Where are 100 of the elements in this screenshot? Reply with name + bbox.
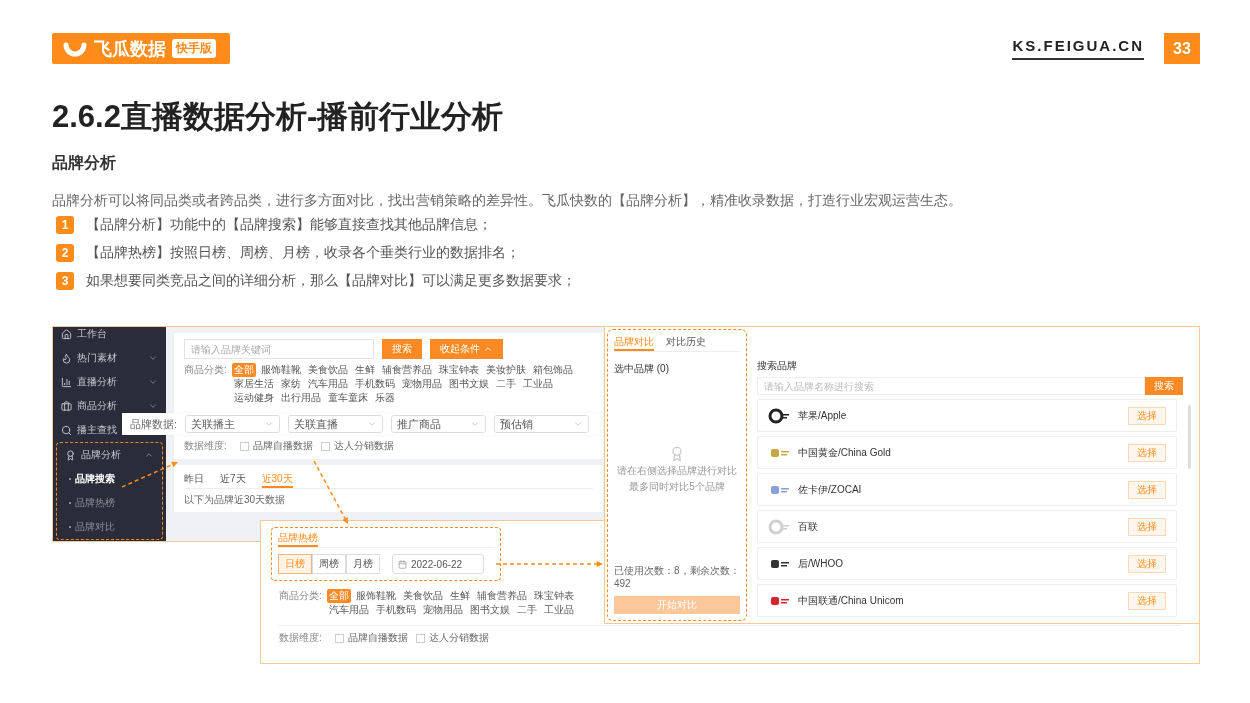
dropdown[interactable]: 关联直播 — [288, 415, 384, 433]
dashed-arrow — [313, 460, 348, 524]
sidebar-item[interactable]: 工作台 — [53, 327, 115, 346]
sidebar-subitem[interactable]: 品牌搜索 — [57, 467, 123, 491]
brand-name: 后/WHOO — [798, 556, 843, 571]
category-tag[interactable]: 家居生活 — [232, 377, 276, 391]
field-label: 商品分类: — [279, 589, 323, 603]
checkbox[interactable] — [240, 441, 249, 451]
category-tag[interactable]: 童车童床 — [326, 391, 370, 405]
point-text: 【品牌热榜】按照日榜、周榜、月榜，收录各个垂类行业的数据排名； — [86, 244, 520, 262]
category-tag[interactable]: 出行用品 — [279, 391, 323, 405]
field-label: 搜索品牌 — [757, 359, 798, 373]
category-tag[interactable]: 图书文娱 — [468, 603, 512, 617]
category-tag[interactable]: 二手 — [494, 377, 518, 391]
sidebar-subitem[interactable]: 品牌热榜 — [57, 491, 123, 515]
page-number: 33 — [1164, 33, 1200, 64]
search-icon — [61, 424, 72, 436]
sidebar-item[interactable]: 播主查找 — [53, 418, 125, 442]
sidebar-item[interactable]: 品牌分析 — [57, 443, 162, 467]
point-text: 如果想要同类竞品之间的详细分析，那么【品牌对比】可以满足更多数据要求； — [86, 272, 576, 290]
category-tag[interactable]: 珠宝钟表 — [532, 589, 576, 603]
sidebar-subitem[interactable]: 品牌对比 — [57, 515, 123, 539]
home-icon — [61, 328, 72, 340]
category-tag[interactable]: 手机数码 — [353, 377, 397, 391]
category-tag[interactable]: 辅食营养品 — [475, 589, 529, 603]
chevron-down-icon — [367, 419, 378, 429]
category-tag[interactable]: 汽车用品 — [306, 377, 350, 391]
search-field[interactable]: 请输入品牌关键词 — [184, 339, 374, 359]
award-icon — [669, 446, 685, 462]
category-tag[interactable]: 乐器 — [373, 391, 397, 405]
dropdown[interactable]: 推广商品 — [391, 415, 487, 433]
usage-text: 已使用次数：8，剩余次数：492 — [614, 564, 740, 590]
field-label: 商品分类: — [184, 363, 228, 377]
date-field[interactable]: 2022-06-22 — [392, 554, 484, 574]
scrollbar[interactable] — [1188, 405, 1191, 469]
category-tag[interactable]: 工业品 — [521, 377, 555, 391]
category-tag[interactable]: 宠物用品 — [400, 377, 444, 391]
logo-text: 飞瓜数据 — [94, 37, 166, 61]
chevron-down-icon — [573, 419, 584, 429]
category-tag[interactable]: 服饰鞋靴 — [354, 589, 398, 603]
brand-name: 中国黄金/China Gold — [798, 445, 891, 460]
hint-text: 请在右侧选择品牌进行对比 — [617, 464, 737, 478]
field-label: 品牌数据: — [130, 416, 178, 432]
category-tag[interactable]: 运动健身 — [232, 391, 276, 405]
sidebar-item[interactable]: 热门素材 — [53, 346, 166, 370]
checkbox[interactable] — [335, 633, 344, 643]
category-tag[interactable]: 辅食营养品 — [380, 363, 434, 377]
category-tag[interactable]: 图书文娱 — [447, 377, 491, 391]
sidebar-item[interactable]: 直播分析 — [53, 370, 166, 394]
category-tag[interactable]: 家纺 — [279, 377, 303, 391]
category-tag[interactable]: 美食饮品 — [401, 589, 445, 603]
field-label: 数据维度: — [184, 439, 228, 453]
brand-name: 苹果/Apple — [798, 408, 847, 423]
brand-logo-icon — [768, 407, 790, 424]
number-badge: 1 — [56, 216, 74, 234]
slide-title: 2.6.2直播数据分析-播前行业分析 — [52, 98, 505, 136]
intro-paragraph: 品牌分析可以将同品类或者跨品类，进行多方面对比，找出营销策略的差异性。飞瓜快数的【品牌分析】，精准收录数据，打造行业宏观运营生态。 — [52, 191, 963, 210]
range-tab[interactable]: 昨日 — [184, 471, 204, 488]
edition-badge: 快手版 — [172, 39, 216, 58]
checkbox[interactable] — [416, 633, 425, 643]
category-tag[interactable]: 生鲜 — [448, 589, 472, 603]
checkbox-label: 品牌自播数据 — [348, 631, 408, 645]
section-heading: 品牌分析 — [52, 153, 117, 173]
category-tag[interactable]: 生鲜 — [353, 363, 377, 377]
category-tag[interactable]: 二手 — [515, 603, 539, 617]
point-text: 【品牌分析】功能中的【品牌搜索】能够直接查找其他品牌信息； — [86, 216, 492, 234]
period-button[interactable]: 周榜 — [312, 554, 346, 574]
checkbox-label: 品牌自播数据 — [253, 439, 313, 453]
checkbox[interactable] — [321, 441, 330, 451]
brand-name: 中国联通/China Unicom — [798, 593, 904, 608]
chevron-down-icon — [264, 419, 275, 429]
field-label: 数据维度: — [279, 631, 323, 645]
calendar-icon — [398, 559, 407, 569]
dropdown[interactable]: 关联播主 — [185, 415, 281, 433]
brand-logo-icon — [768, 518, 790, 535]
number-badge: 3 — [56, 272, 74, 290]
checkbox-label: 达人分销数据 — [429, 631, 489, 645]
result-note: 以下为品牌近30天数据 — [184, 493, 287, 506]
category-tag[interactable]: 服饰鞋靴 — [259, 363, 303, 377]
category-tag[interactable]: 手机数码 — [374, 603, 418, 617]
category-tag[interactable]: 美妆护肤 — [484, 363, 528, 377]
category-tag[interactable]: 工业品 — [542, 603, 576, 617]
award-icon — [65, 449, 76, 461]
category-tag[interactable]: 汽车用品 — [327, 603, 371, 617]
category-tag[interactable]: 箱包饰品 — [531, 363, 575, 377]
range-tab[interactable]: 近7天 — [220, 471, 246, 488]
site-url: KS.FEIGUA.CN — [1012, 37, 1144, 60]
category-tag[interactable]: 美食饮品 — [306, 363, 350, 377]
period-button[interactable]: 月榜 — [346, 554, 380, 574]
number-badge: 2 — [56, 244, 74, 262]
category-tag[interactable]: 宠物用品 — [421, 603, 465, 617]
tab[interactable]: 对比历史 — [666, 334, 706, 351]
dropdown[interactable]: 预估销 — [494, 415, 590, 433]
sidebar-item[interactable]: 商品分析 — [53, 394, 166, 418]
bar-chart-icon — [61, 376, 72, 388]
category-tag[interactable]: 珠宝钟表 — [437, 363, 481, 377]
briefcase-icon — [61, 400, 72, 412]
hint-text: 最多同时对比5个品牌 — [629, 480, 725, 494]
brand-name: 佐卡伊/ZOCAI — [798, 482, 862, 497]
selected-count: 选中品牌 (0) — [614, 362, 670, 376]
